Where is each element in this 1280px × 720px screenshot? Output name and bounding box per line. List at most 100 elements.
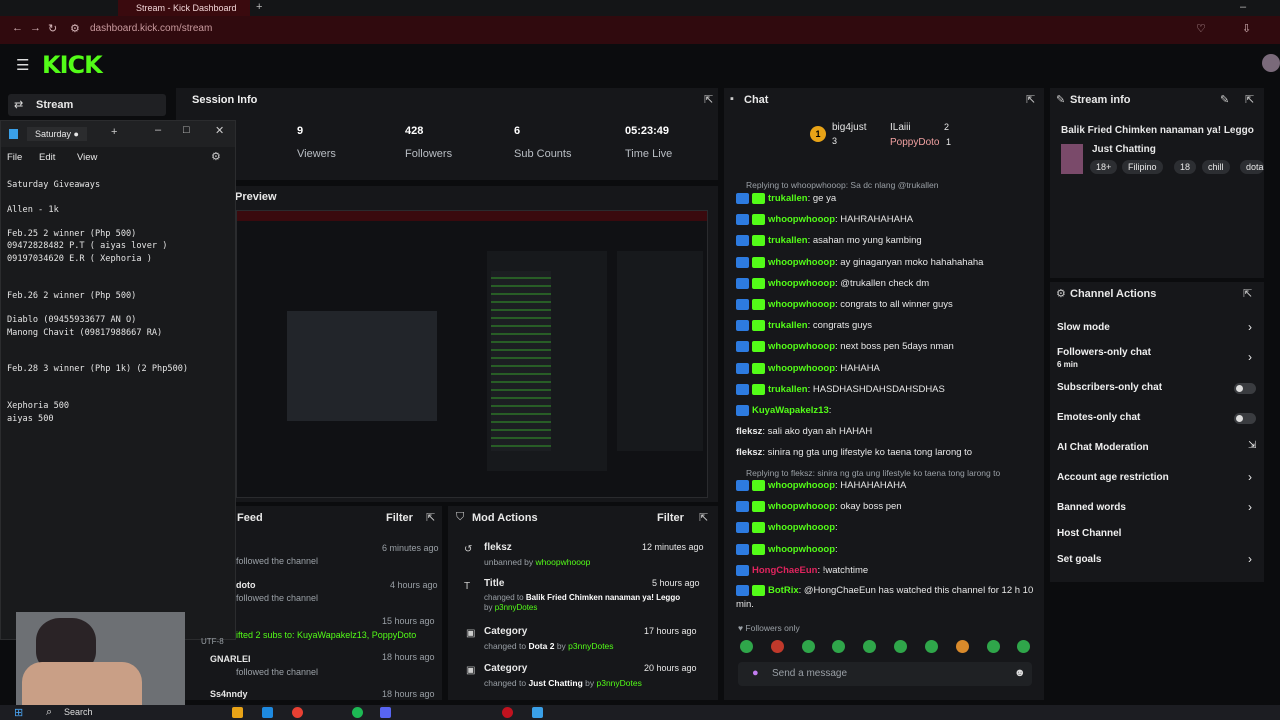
spotify-icon[interactable] (352, 707, 363, 718)
search-icon[interactable]: ⌕ (46, 706, 52, 719)
settings-icon[interactable]: ⚙ (211, 150, 221, 163)
minimize-icon[interactable]: – (1240, 1, 1246, 13)
followers-only-item[interactable]: Followers-only chat (1057, 347, 1151, 358)
menu-edit[interactable]: Edit (39, 152, 55, 163)
popout-icon[interactable]: ⇱ (1026, 93, 1035, 106)
chevron-right-icon[interactable]: › (1248, 500, 1252, 514)
chat-username[interactable]: whoopwhooop (768, 278, 835, 289)
mod-action-user[interactable]: p3nnyDotes (597, 678, 642, 688)
feed-filter-button[interactable]: Filter (386, 512, 413, 524)
emote-icon[interactable] (863, 640, 876, 653)
ai-moderation-item[interactable]: AI Chat Moderation (1057, 442, 1149, 453)
top-gifter-name[interactable]: PoppyDoto (890, 137, 939, 148)
reload-icon[interactable]: ↻ (48, 22, 57, 35)
notepad-tab[interactable]: Saturday ● (27, 127, 87, 141)
external-link-icon[interactable]: ⇲ (1248, 440, 1256, 451)
emote-icon[interactable] (1017, 640, 1030, 653)
file-explorer-icon[interactable] (232, 707, 243, 718)
chat-username[interactable]: BotRix (768, 585, 799, 596)
stream-category[interactable]: Just Chatting (1092, 144, 1156, 155)
kick-logo[interactable]: KICK (42, 51, 103, 79)
notepad-text-area[interactable]: Saturday Giveaways Allen - 1k Feb.25 2 w… (7, 179, 188, 425)
chrome-icon[interactable] (292, 707, 303, 718)
chevron-right-icon[interactable]: › (1248, 350, 1252, 364)
popout-icon[interactable]: ⇱ (699, 511, 708, 524)
host-channel-item[interactable]: Host Channel (1057, 528, 1121, 539)
subscribers-only-toggle[interactable] (1234, 383, 1256, 394)
mic-icon[interactable]: ● (752, 667, 759, 679)
mod-action-user[interactable]: p3nnyDotes (568, 641, 613, 651)
chat-username[interactable]: fleksz (736, 447, 762, 458)
chevron-right-icon[interactable]: › (1248, 552, 1252, 566)
mod-filter-button[interactable]: Filter (657, 512, 684, 524)
notepad-task-icon[interactable] (532, 707, 543, 718)
popout-icon[interactable]: ⇱ (1245, 93, 1254, 106)
top-gifter-name[interactable]: ILaiii (890, 122, 911, 133)
maximize-icon[interactable]: □ (183, 124, 190, 136)
chevron-right-icon[interactable]: › (1248, 470, 1252, 484)
banned-words-item[interactable]: Banned words (1057, 502, 1126, 513)
discord-icon[interactable] (380, 707, 391, 718)
chat-username[interactable]: whoopwhooop (768, 214, 835, 225)
edge-icon[interactable] (262, 707, 273, 718)
chat-username[interactable]: whoopwhooop (768, 299, 835, 310)
stream-preview-video[interactable] (236, 210, 708, 498)
emote-icon[interactable] (925, 640, 938, 653)
menu-icon[interactable]: ☰ (16, 56, 29, 74)
windows-start-icon[interactable]: ⊞ (14, 706, 23, 719)
account-age-item[interactable]: Account age restriction (1057, 472, 1169, 483)
site-info-icon[interactable]: ⚙ (70, 22, 80, 35)
url-field[interactable]: dashboard.kick.com/stream (90, 23, 212, 34)
chat-username[interactable]: whoopwhooop (768, 257, 835, 268)
chat-username[interactable]: trukallen (768, 235, 808, 246)
chat-username[interactable]: trukallen (768, 193, 808, 204)
sidebar-item-stream[interactable]: ⇄ Stream (8, 94, 166, 116)
chat-username[interactable]: trukallen (768, 320, 808, 331)
emote-icon[interactable] (771, 640, 784, 653)
chat-username[interactable]: trukallen (768, 384, 808, 395)
popout-icon[interactable]: ⇱ (1243, 287, 1252, 300)
chat-username[interactable]: whoopwhooop (768, 544, 835, 555)
chat-username[interactable]: whoopwhooop (768, 480, 835, 491)
taskbar-search[interactable]: Search (64, 707, 93, 717)
new-tab-icon[interactable]: + (256, 1, 262, 13)
popout-icon[interactable]: ⇱ (426, 511, 435, 524)
back-icon[interactable]: ← (12, 22, 23, 34)
downloads-icon[interactable]: ⇩ (1242, 22, 1251, 35)
menu-file[interactable]: File (7, 152, 22, 163)
chat-username[interactable]: whoopwhooop (768, 522, 835, 533)
chat-username[interactable]: whoopwhooop (768, 363, 835, 374)
menu-view[interactable]: View (77, 152, 97, 163)
mod-action-user[interactable]: p3nnyDotes (495, 603, 538, 612)
close-icon[interactable]: ✕ (215, 124, 224, 137)
chat-username[interactable]: HongChaeEun (752, 565, 817, 576)
emote-icon[interactable] (987, 640, 1000, 653)
popout-icon[interactable]: ⇱ (704, 93, 713, 106)
chat-username[interactable]: whoopwhooop (768, 341, 835, 352)
emote-icon[interactable] (740, 640, 753, 653)
emoji-icon[interactable]: ☻ (1014, 667, 1026, 679)
mod-action-user[interactable]: whoopwhooop (536, 557, 591, 567)
emote-icon[interactable] (832, 640, 845, 653)
chat-username[interactable]: fleksz (736, 426, 762, 437)
chevron-right-icon[interactable]: › (1248, 320, 1252, 334)
set-goals-item[interactable]: Set goals (1057, 554, 1101, 565)
top-gifter-name[interactable]: big4just (832, 122, 866, 133)
emote-icon[interactable] (956, 640, 969, 653)
forward-icon[interactable]: → (30, 22, 41, 34)
avatar[interactable] (1262, 54, 1280, 72)
chat-input[interactable]: ● Send a message ☻ (738, 662, 1032, 686)
edit-icon[interactable]: ✎ (1220, 93, 1229, 106)
subscribers-only-item[interactable]: Subscribers-only chat (1057, 382, 1162, 393)
opera-icon[interactable] (502, 707, 513, 718)
favorite-icon[interactable]: ♡ (1196, 22, 1206, 35)
chat-username[interactable]: whoopwhooop (768, 501, 835, 512)
browser-tab-active[interactable]: Stream - Kick Dashboard (118, 0, 250, 16)
emote-icon[interactable] (894, 640, 907, 653)
emote-icon[interactable] (802, 640, 815, 653)
emotes-only-toggle[interactable] (1234, 413, 1256, 424)
minimize-icon[interactable]: – (155, 124, 161, 136)
emotes-only-item[interactable]: Emotes-only chat (1057, 412, 1140, 423)
new-tab-icon[interactable]: + (111, 126, 117, 138)
chat-username[interactable]: KuyaWapakelz13 (752, 405, 829, 416)
